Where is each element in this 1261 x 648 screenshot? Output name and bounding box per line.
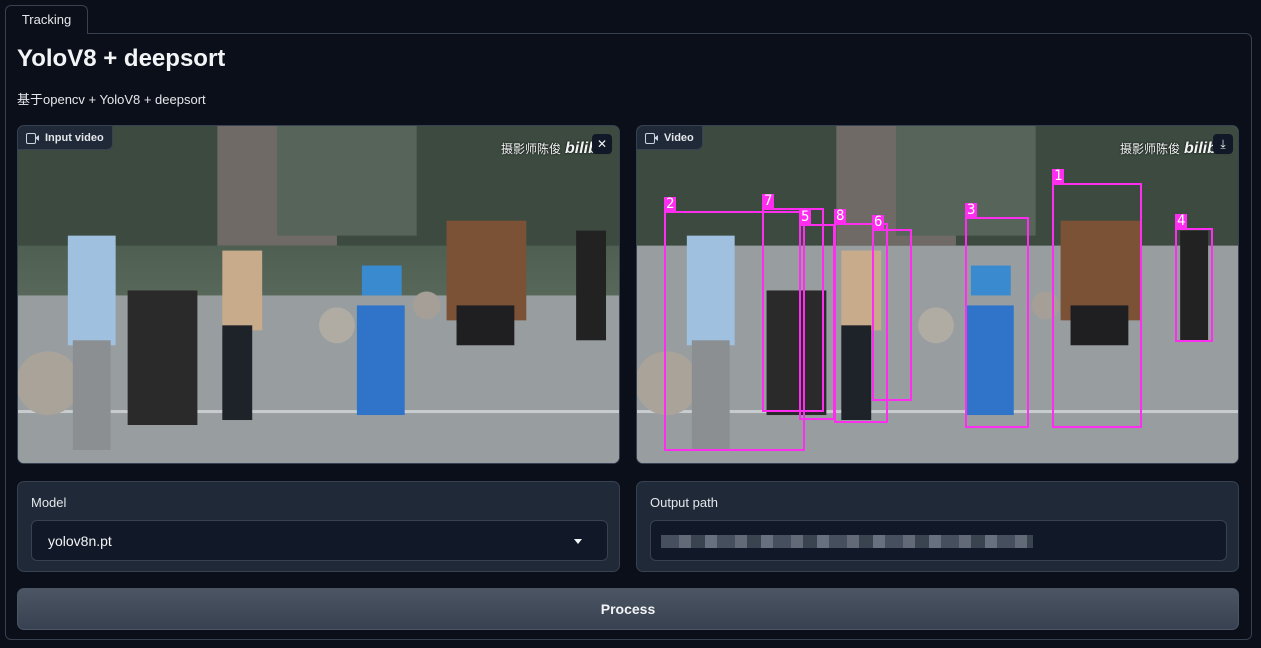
model-field: Model yolov8n.pt bbox=[17, 481, 620, 572]
download-icon: ⤓ bbox=[1220, 137, 1226, 151]
clear-video-button[interactable]: ✕ bbox=[592, 134, 612, 154]
chevron-down-icon bbox=[574, 539, 582, 544]
watermark-text: 摄影师陈俊 bbox=[501, 142, 562, 156]
track-id-label: 3 bbox=[965, 202, 978, 218]
model-label: Model bbox=[31, 495, 67, 510]
track-box: 5 bbox=[799, 210, 835, 420]
redacted-path-value bbox=[661, 535, 1033, 548]
track-id-label: 5 bbox=[799, 209, 812, 225]
track-id-label: 6 bbox=[872, 214, 885, 230]
video-camera-icon bbox=[645, 133, 658, 144]
track-id-label: 1 bbox=[1052, 168, 1065, 184]
track-id-label: 4 bbox=[1175, 213, 1188, 229]
process-button[interactable]: Process bbox=[17, 588, 1239, 630]
video-frame bbox=[18, 126, 619, 463]
track-id-label: 8 bbox=[834, 208, 847, 224]
input-video-label-text: Input video bbox=[45, 131, 104, 144]
tab-tracking[interactable]: Tracking bbox=[5, 5, 88, 34]
track-box: 6 bbox=[872, 215, 912, 401]
track-box: 4 bbox=[1175, 214, 1213, 342]
output-path-label: Output path bbox=[650, 495, 718, 510]
output-video-player[interactable]: Video 摄影师陈俊 bilibili ⤓ 2 7 5 8 6 3 1 4 bbox=[636, 125, 1239, 464]
input-video-player[interactable]: Input video 摄影师陈俊 bilibili ✕ bbox=[17, 125, 620, 464]
close-icon: ✕ bbox=[596, 137, 608, 151]
output-path-field: Output path bbox=[636, 481, 1239, 572]
track-id-label: 2 bbox=[664, 196, 677, 212]
input-video-label: Input video bbox=[18, 126, 113, 150]
output-video-label-text: Video bbox=[664, 131, 694, 144]
video-camera-icon bbox=[26, 133, 39, 144]
track-box: 1 bbox=[1052, 169, 1142, 428]
output-video-label: Video bbox=[637, 126, 703, 150]
track-id-label: 7 bbox=[762, 193, 775, 209]
model-selected-value: yolov8n.pt bbox=[48, 533, 112, 549]
model-dropdown[interactable]: yolov8n.pt bbox=[31, 520, 608, 561]
page-title: YoloV8 + deepsort bbox=[17, 45, 226, 72]
page-description: 基于opencv + YoloV8 + deepsort bbox=[17, 92, 206, 107]
download-video-button[interactable]: ⤓ bbox=[1213, 134, 1233, 154]
track-box: 3 bbox=[965, 203, 1029, 428]
output-path-input[interactable] bbox=[650, 520, 1227, 561]
watermark-text: 摄影师陈俊 bbox=[1120, 142, 1181, 156]
